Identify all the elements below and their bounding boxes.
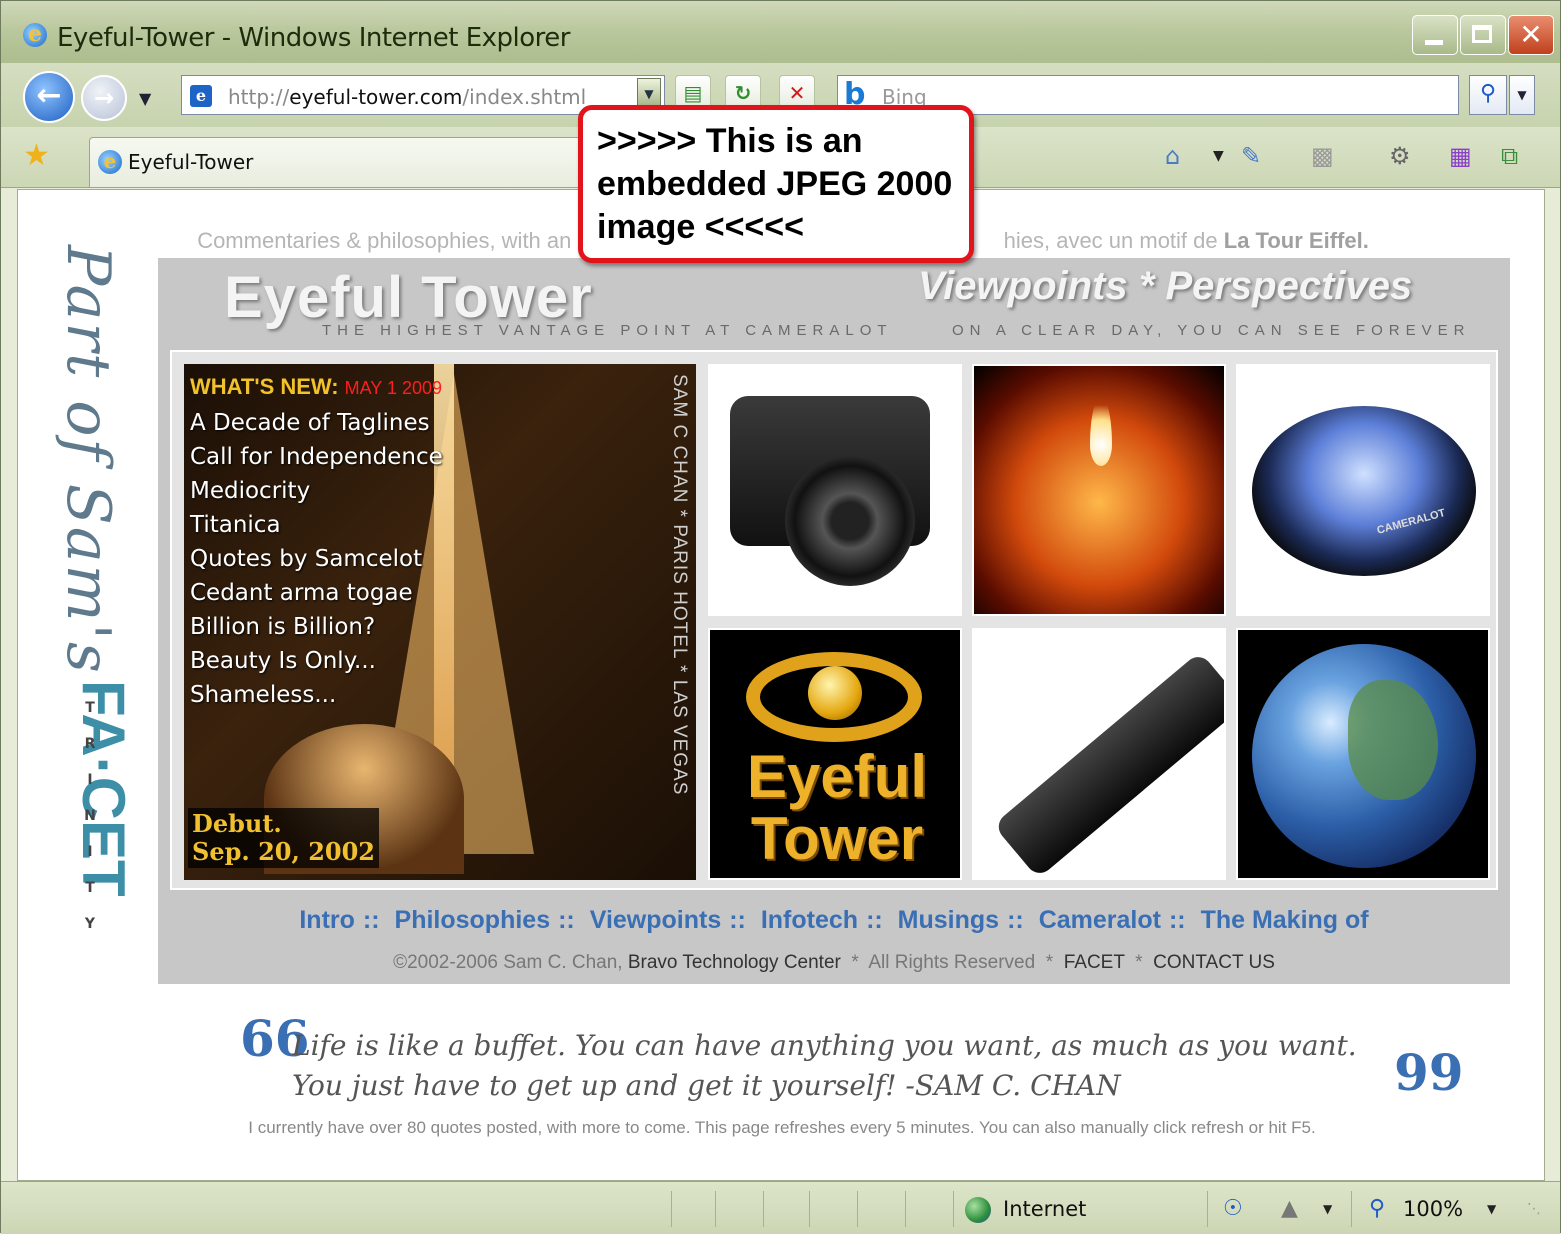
nav-link-viewpoints[interactable]: Viewpoints	[590, 906, 722, 934]
bravo-link[interactable]: Bravo Technology Center	[628, 952, 841, 973]
eye-ball-icon	[808, 666, 862, 720]
telephoto-lens-thumbnail[interactable]	[972, 628, 1226, 880]
news-item[interactable]: Mediocrity	[190, 474, 443, 508]
eyeful-tower-logo-thumbnail[interactable]: Eyeful Tower	[708, 628, 962, 880]
status-divider	[857, 1191, 858, 1227]
status-divider	[1207, 1191, 1208, 1227]
candle-thumbnail[interactable]	[972, 364, 1226, 616]
news-item[interactable]: A Decade of Taglines	[190, 406, 443, 440]
ie-logo-icon: e	[23, 23, 47, 47]
forward-button[interactable]: →	[81, 75, 127, 121]
home-dropdown-icon[interactable]: ▼	[1213, 141, 1224, 171]
window-title: Eyeful-Tower - Windows Internet Explorer	[57, 23, 570, 53]
photo-credit: SAM C CHAN * PARIS HOTEL * LAS VEGAS	[669, 374, 690, 796]
logo-wordmark: Eyeful Tower	[746, 743, 928, 872]
status-divider	[953, 1191, 954, 1227]
tools-gear-icon[interactable]: ⚙	[1389, 141, 1411, 171]
resize-grip-icon[interactable]: ⋱	[1527, 1195, 1541, 1223]
quote-note: I currently have over 80 quotes posted, …	[248, 1118, 1316, 1137]
ie-page-icon: e	[98, 150, 122, 174]
nav-link-infotech[interactable]: Infotech	[761, 906, 858, 934]
status-divider	[671, 1191, 672, 1227]
browser-window: e Eyeful-Tower - Windows Internet Explor…	[0, 0, 1561, 1234]
news-item[interactable]: Beauty Is Only...	[190, 644, 443, 678]
news-item[interactable]: Call for Independence	[190, 440, 443, 474]
status-divider	[809, 1191, 810, 1227]
nav-link-making-of[interactable]: The Making of	[1201, 906, 1369, 934]
clear-day-caption: ON A CLEAR DAY, YOU CAN SEE FOREVER	[952, 322, 1471, 339]
close-button[interactable]: ✕	[1508, 15, 1554, 55]
trinity-vertical-text: TRINITY	[84, 700, 96, 932]
status-divider	[763, 1191, 764, 1227]
status-divider	[1351, 1191, 1352, 1227]
page-icon: e	[190, 85, 212, 107]
news-item[interactable]: Shameless...	[190, 678, 443, 712]
nav-link-cameralot[interactable]: Cameralot	[1039, 906, 1161, 934]
brand-title: Eyeful Tower	[224, 265, 593, 330]
vantage-caption: THE HIGHEST VANTAGE POINT AT CAMERALOT	[322, 322, 893, 339]
maximize-button[interactable]	[1460, 15, 1506, 55]
recent-pages-dropdown[interactable]: ▼	[139, 89, 151, 108]
lens-thumbnail[interactable]: CAMERALOT	[1236, 364, 1490, 616]
contact-us-link[interactable]: CONTACT US	[1153, 952, 1275, 973]
favorites-star-icon[interactable]: ★	[23, 141, 50, 171]
web-content: Commentaries & philosophies, with an hie…	[17, 189, 1545, 1181]
address-url: http://eyeful-tower.com/index.shtml	[228, 85, 587, 109]
site-navigation: Intro:: Philosophies:: Viewpoints:: Info…	[299, 906, 1369, 934]
news-item[interactable]: Cedant arma togae	[190, 576, 443, 610]
status-divider	[905, 1191, 906, 1227]
facet-link[interactable]: FACET	[1064, 952, 1125, 973]
camera-lens-shape	[785, 456, 915, 586]
whats-new-feature-image[interactable]: WHAT'S NEW: MAY 1 2009 A Decade of Taglin…	[184, 364, 696, 880]
new-window-icon[interactable]: ⧉	[1501, 141, 1518, 171]
search-options-dropdown[interactable]: ▼	[1509, 75, 1535, 115]
rss-icon[interactable]: ▩	[1311, 141, 1334, 171]
home-icon[interactable]: ⌂	[1165, 141, 1180, 171]
back-button[interactable]: ←	[23, 71, 75, 123]
quote-text: Life is like a buffet. You can have anyt…	[292, 1029, 1357, 1102]
nav-link-musings[interactable]: Musings	[898, 906, 999, 934]
jpeg2000-callout: >>>>> This is an embedded JPEG 2000 imag…	[578, 105, 974, 263]
search-button[interactable]: ⚲	[1469, 75, 1507, 115]
tab-label: Eyeful-Tower	[128, 150, 254, 174]
quote-close-mark: 99	[1394, 1043, 1464, 1102]
nav-link-intro[interactable]: Intro	[299, 906, 355, 934]
image-grid: WHAT'S NEW: MAY 1 2009 A Decade of Taglin…	[170, 350, 1498, 890]
zoom-magnifier-icon[interactable]: ⚲	[1369, 1195, 1385, 1223]
news-item[interactable]: Billion is Billion?	[190, 610, 443, 644]
earth-thumbnail[interactable]	[1236, 628, 1490, 880]
feeds-icon[interactable]: ✎	[1241, 141, 1261, 171]
popup-blocker-icon[interactable]: ▲	[1281, 1195, 1298, 1223]
popup-dropdown-icon[interactable]: ▼	[1323, 1195, 1332, 1223]
lens-icon	[1252, 406, 1476, 576]
tab-eyeful-tower[interactable]: e Eyeful-Tower	[89, 137, 589, 187]
main-banner-panel: Eyeful Tower Viewpoints * Perspectives T…	[158, 258, 1510, 984]
brand-subtitle: Viewpoints * Perspectives	[918, 264, 1413, 308]
camera-thumbnail[interactable]	[708, 364, 962, 616]
whats-new-date: MAY 1 2009	[344, 378, 443, 398]
zoom-dropdown-icon[interactable]: ▼	[1487, 1195, 1496, 1223]
news-list: A Decade of Taglines Call for Independen…	[190, 406, 443, 712]
news-item[interactable]: Titanica	[190, 508, 443, 542]
telephoto-lens-icon	[993, 651, 1224, 878]
candle-flame-icon	[1090, 396, 1112, 466]
zoom-level[interactable]: 100%	[1403, 1197, 1463, 1221]
copyright-line: ©2002-2006 Sam C. Chan, Bravo Technology…	[393, 952, 1275, 973]
security-zone-label[interactable]: Internet	[1003, 1197, 1086, 1221]
close-icon: ✕	[1519, 18, 1543, 51]
nav-link-philosophies[interactable]: Philosophies	[395, 906, 551, 934]
internet-zone-globe-icon	[965, 1197, 991, 1223]
debut-label: Debut. Sep. 20, 2002	[188, 808, 379, 868]
whats-new-heading: WHAT'S NEW: MAY 1 2009	[190, 374, 443, 399]
news-item[interactable]: Quotes by Samcelot	[190, 542, 443, 576]
minimize-button[interactable]	[1412, 15, 1458, 55]
protected-mode-icon[interactable]: ☉	[1223, 1195, 1243, 1223]
status-divider	[715, 1191, 716, 1227]
research-icon[interactable]: ▦	[1449, 141, 1472, 171]
